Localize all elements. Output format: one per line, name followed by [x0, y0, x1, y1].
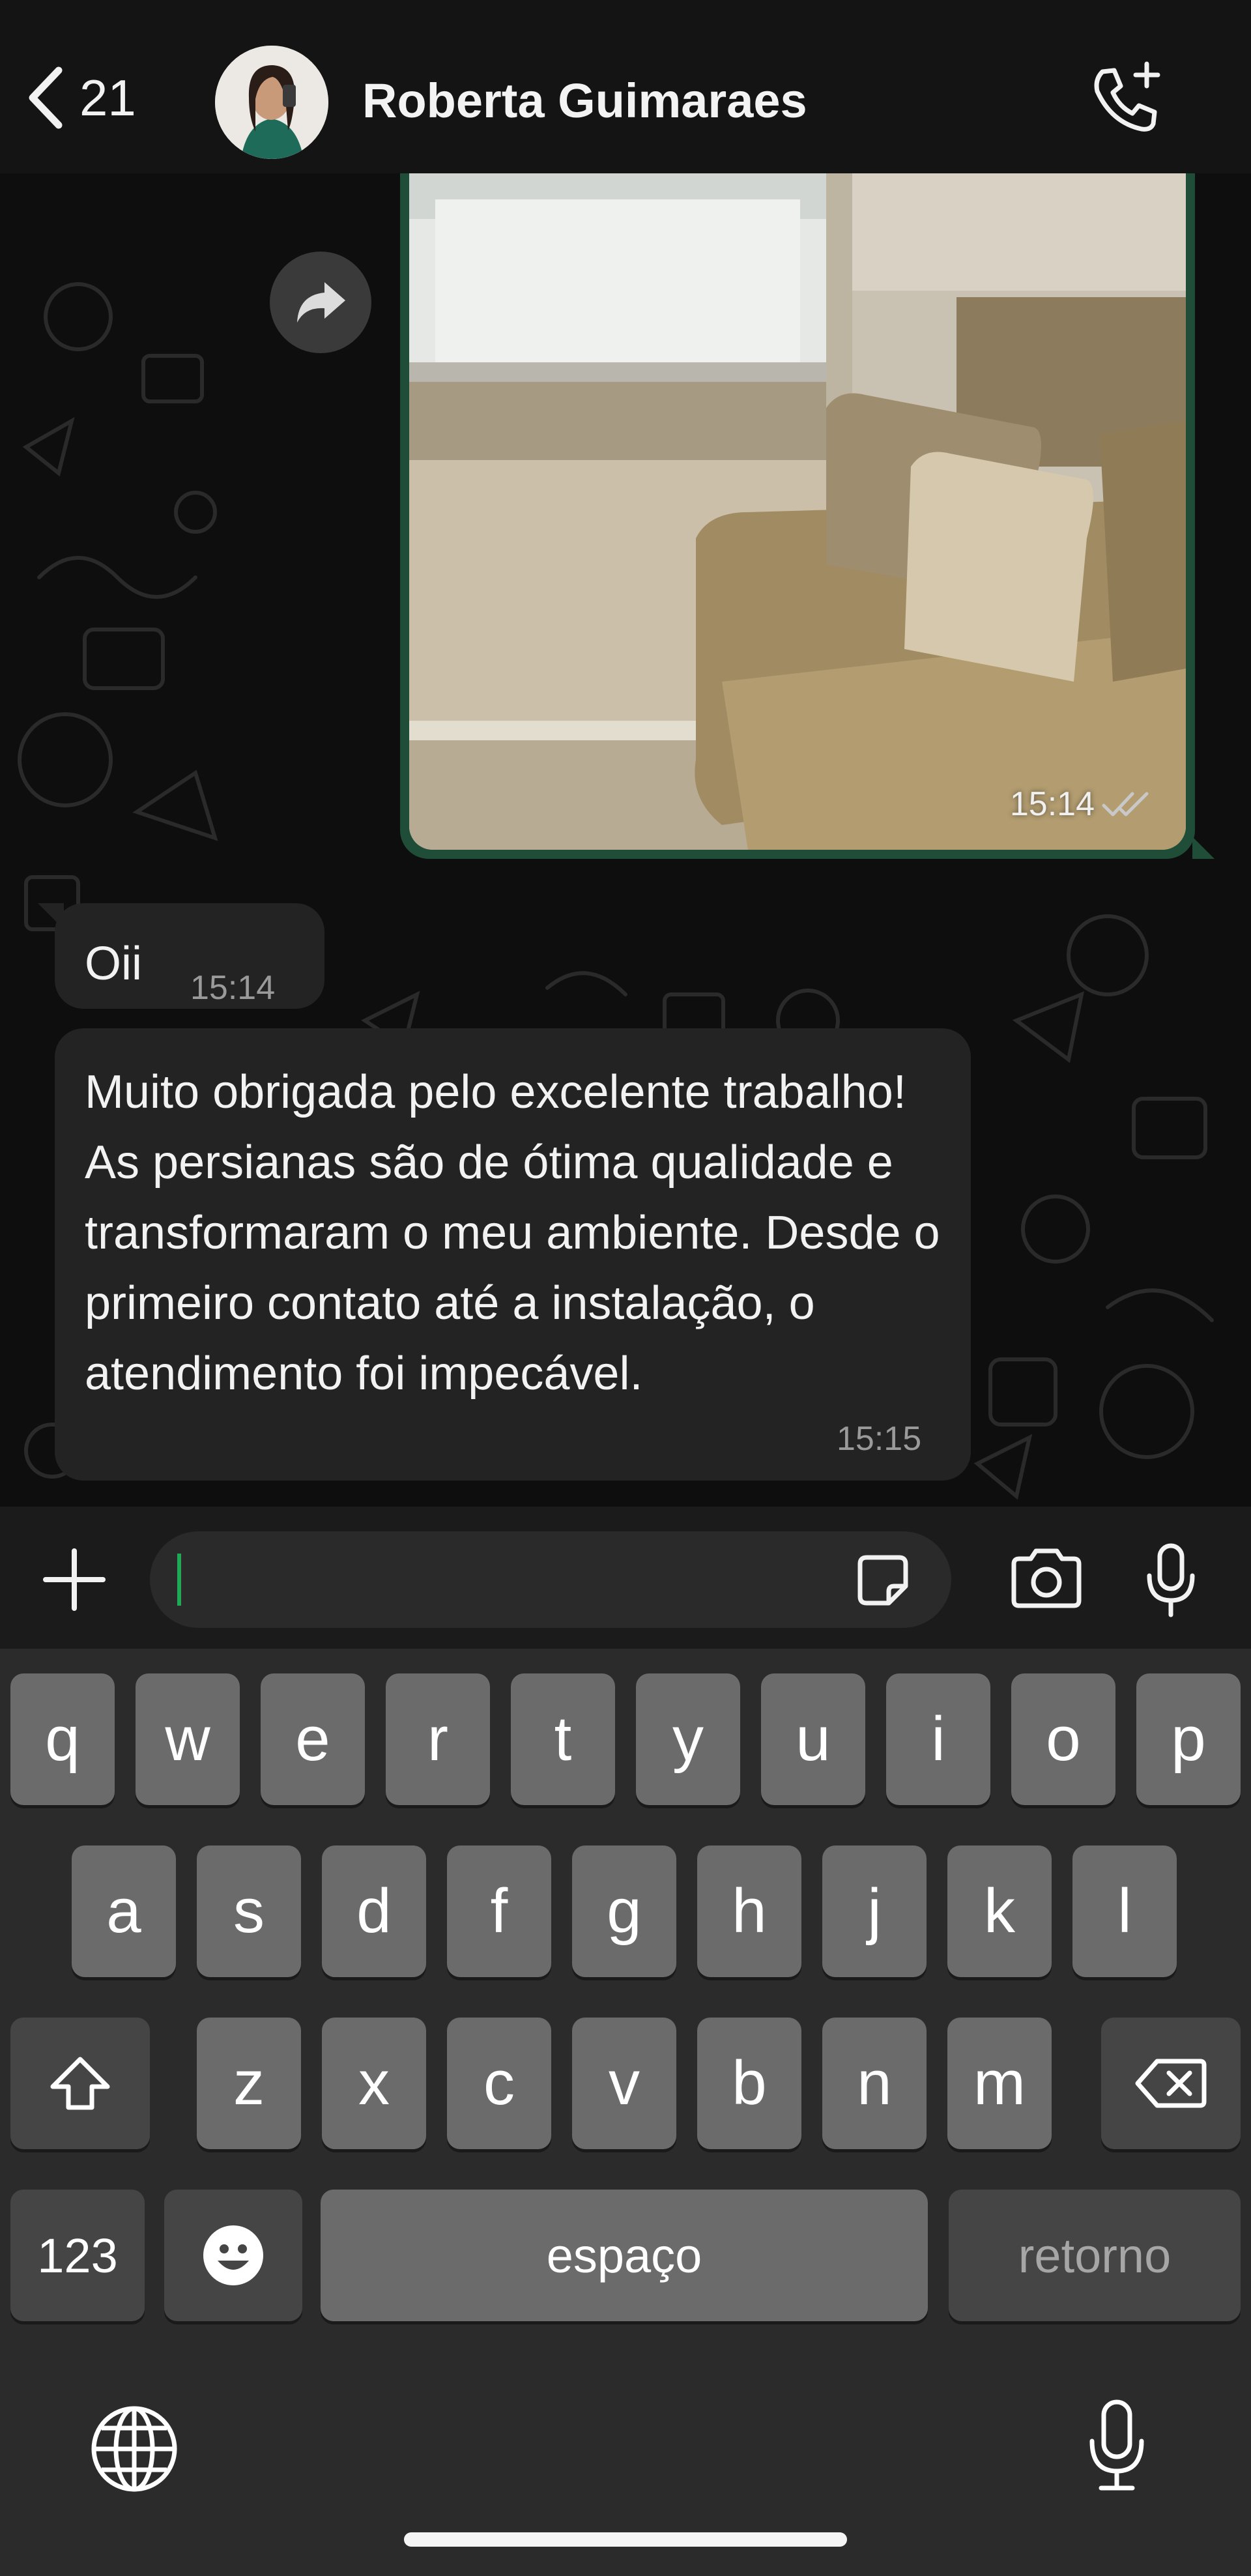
numbers-key[interactable]: 123 [10, 2190, 145, 2321]
dictation-button[interactable] [1084, 2397, 1149, 2498]
key-d[interactable]: d [322, 1845, 426, 1977]
plus-icon [43, 1548, 106, 1611]
key-w[interactable]: w [136, 1673, 240, 1805]
key-s[interactable]: s [197, 1845, 301, 1977]
sticker-icon [857, 1555, 908, 1606]
key-m[interactable]: m [947, 2018, 1052, 2149]
chat-area[interactable]: 15:14 Oii 15:14 Muito obrigada pelo exce… [0, 173, 1251, 1507]
key-v[interactable]: v [572, 2018, 676, 2149]
shift-key[interactable] [10, 2018, 150, 2149]
key-z[interactable]: z [197, 2018, 301, 2149]
room-photo[interactable]: 15:14 [409, 173, 1186, 850]
emoji-key[interactable] [164, 2190, 302, 2321]
avatar[interactable] [215, 46, 328, 159]
globe-button[interactable] [89, 2403, 180, 2498]
message-input[interactable] [150, 1531, 951, 1628]
key-j[interactable]: j [822, 1845, 927, 1977]
return-key[interactable]: retorno [949, 2190, 1241, 2321]
double-check-icon [1102, 792, 1149, 817]
key-q[interactable]: q [10, 1673, 115, 1805]
key-a[interactable]: a [72, 1845, 176, 1977]
key-f[interactable]: f [447, 1845, 551, 1977]
chat-header: 21 Roberta Guimaraes [0, 0, 1251, 173]
key-t[interactable]: t [511, 1673, 615, 1805]
voice-message-button[interactable] [1142, 1542, 1200, 1623]
space-key[interactable]: espaço [321, 2190, 928, 2321]
image-timestamp: 15:14 [1010, 785, 1153, 824]
globe-icon [91, 2406, 177, 2492]
key-p[interactable]: p [1136, 1673, 1241, 1805]
key-k[interactable]: k [947, 1845, 1052, 1977]
phone-plus-icon [1094, 61, 1160, 132]
incoming-message[interactable]: Oii 15:14 [38, 903, 324, 1009]
image-message[interactable]: 15:14 [400, 173, 1215, 859]
key-g[interactable]: g [572, 1845, 676, 1977]
forward-icon [297, 282, 345, 323]
key-r[interactable]: r [386, 1673, 490, 1805]
key-b[interactable]: b [697, 2018, 801, 2149]
camera-button[interactable] [1007, 1547, 1086, 1613]
message-text: Oii [85, 938, 142, 990]
contact-name[interactable]: Roberta Guimaraes [362, 73, 807, 128]
attach-button[interactable] [42, 1547, 107, 1615]
key-u[interactable]: u [761, 1673, 865, 1805]
text-cursor [177, 1554, 181, 1606]
emoji-icon [203, 2225, 263, 2285]
key-x[interactable]: x [322, 2018, 426, 2149]
key-e[interactable]: e [261, 1673, 365, 1805]
shift-icon [50, 2057, 110, 2110]
backspace-icon [1135, 2059, 1207, 2108]
camera-icon [1011, 1548, 1082, 1608]
unread-count: 21 [79, 68, 136, 126]
forward-button[interactable] [270, 252, 371, 353]
back-button[interactable]: 21 [25, 65, 136, 130]
message-time: 15:15 [837, 1420, 922, 1458]
mic-icon [1089, 2399, 1144, 2491]
key-o[interactable]: o [1011, 1673, 1115, 1805]
incoming-message[interactable]: Muito obrigada pelo excelente trabalho! … [55, 1028, 971, 1481]
key-h[interactable]: h [697, 1845, 801, 1977]
key-c[interactable]: c [447, 2018, 551, 2149]
keyboard: q w e r t y u i o p a s d f g h j k l z … [0, 1649, 1251, 2576]
delete-key[interactable] [1101, 2018, 1241, 2149]
home-indicator[interactable] [404, 2532, 847, 2547]
composer [0, 1507, 1251, 1649]
key-y[interactable]: y [636, 1673, 740, 1805]
add-call-button[interactable] [1088, 60, 1166, 141]
key-n[interactable]: n [822, 2018, 927, 2149]
key-i[interactable]: i [886, 1673, 990, 1805]
chevron-left-icon [29, 66, 63, 129]
key-l[interactable]: l [1072, 1845, 1177, 1977]
sticker-button[interactable] [854, 1551, 912, 1613]
mic-icon [1147, 1543, 1195, 1617]
message-text: Muito obrigada pelo excelente trabalho! … [85, 1066, 940, 1400]
message-time: 15:14 [190, 969, 276, 1007]
